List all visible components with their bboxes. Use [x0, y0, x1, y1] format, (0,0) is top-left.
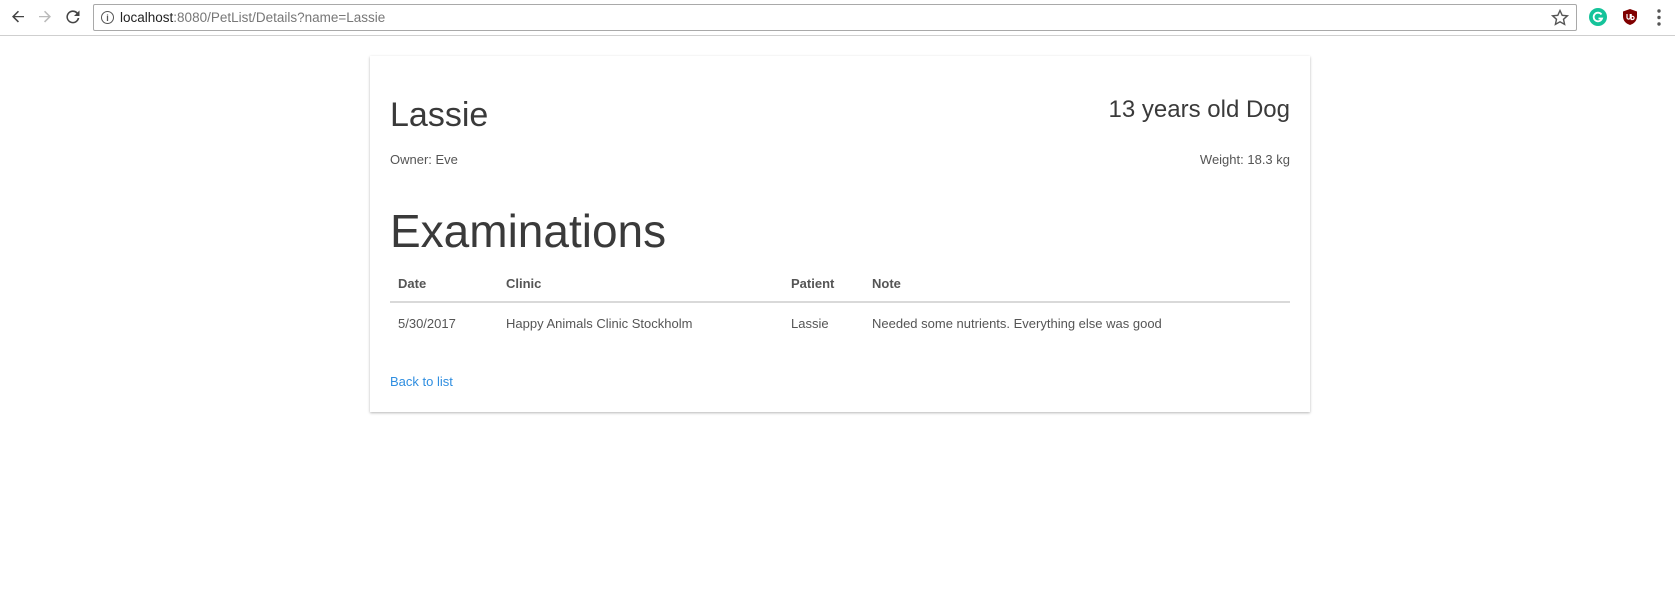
- url-path: :8080/PetList/Details?name=Lassie: [173, 10, 386, 25]
- grammarly-icon[interactable]: [1589, 8, 1607, 26]
- url-text[interactable]: localhost:8080/PetList/Details?name=Lass…: [120, 10, 385, 25]
- back-to-list-link[interactable]: Back to list: [390, 374, 453, 389]
- browser-toolbar: i localhost:8080/PetList/Details?name=La…: [0, 0, 1675, 36]
- pet-details-card: Lassie 13 years old Dog Owner: Eve Weigh…: [370, 56, 1310, 412]
- forward-arrow-icon[interactable]: [33, 5, 57, 29]
- ublock-icon[interactable]: [1621, 8, 1639, 26]
- pet-weight: Weight: 18.3 kg: [1199, 152, 1290, 167]
- column-header-date: Date: [390, 266, 498, 303]
- back-arrow-icon[interactable]: [6, 5, 30, 29]
- examinations-title: Examinations: [390, 205, 667, 257]
- pet-owner: Owner: Eve: [390, 152, 458, 167]
- menu-icon[interactable]: [1657, 9, 1661, 26]
- cell-note: Needed some nutrients. Everything else w…: [872, 316, 1162, 331]
- url-host: localhost: [120, 10, 174, 25]
- address-bar[interactable]: i localhost:8080/PetList/Details?name=La…: [93, 4, 1577, 31]
- pet-age-species: 13 years old Dog: [1108, 96, 1290, 123]
- column-header-note: Note: [864, 266, 1290, 303]
- info-icon[interactable]: i: [101, 11, 114, 24]
- examinations-table: Date Clinic Patient Note 5/30/2017 Happy…: [390, 266, 1290, 344]
- column-header-clinic: Clinic: [498, 266, 783, 303]
- star-icon[interactable]: [1550, 8, 1570, 28]
- table-row: 5/30/2017 Happy Animals Clinic Stockholm…: [390, 302, 1290, 344]
- cell-clinic: Happy Animals Clinic Stockholm: [506, 316, 693, 331]
- cell-date: 5/30/2017: [398, 316, 456, 331]
- table-header-row: Date Clinic Patient Note: [390, 266, 1290, 303]
- reload-icon[interactable]: [61, 5, 85, 29]
- cell-patient: Lassie: [791, 316, 829, 331]
- pet-name: Lassie: [390, 96, 489, 134]
- column-header-patient: Patient: [783, 266, 864, 303]
